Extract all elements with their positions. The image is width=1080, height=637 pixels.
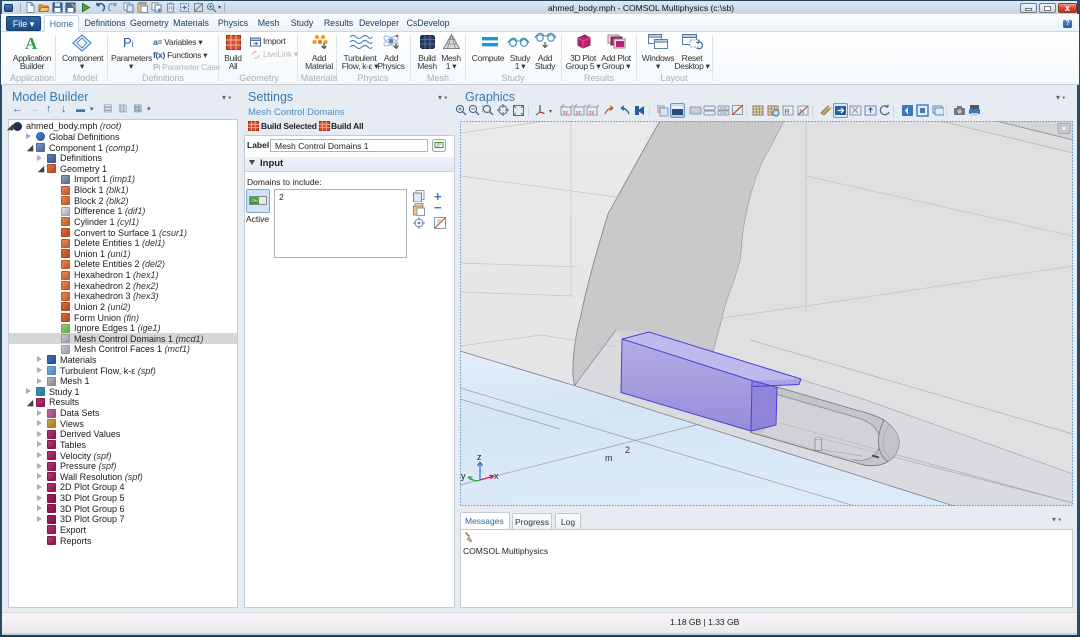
svg-text:zx: zx xyxy=(589,110,595,116)
svg-text:yz: yz xyxy=(576,110,582,116)
svg-text:z: z xyxy=(477,452,482,462)
svg-text:m: m xyxy=(605,453,613,463)
svg-text:xy: xy xyxy=(563,110,569,116)
svg-text:R: R xyxy=(785,109,790,116)
svg-text:2: 2 xyxy=(625,445,630,455)
svg-text:x: x xyxy=(494,471,499,481)
svg-text:y: y xyxy=(461,471,466,481)
